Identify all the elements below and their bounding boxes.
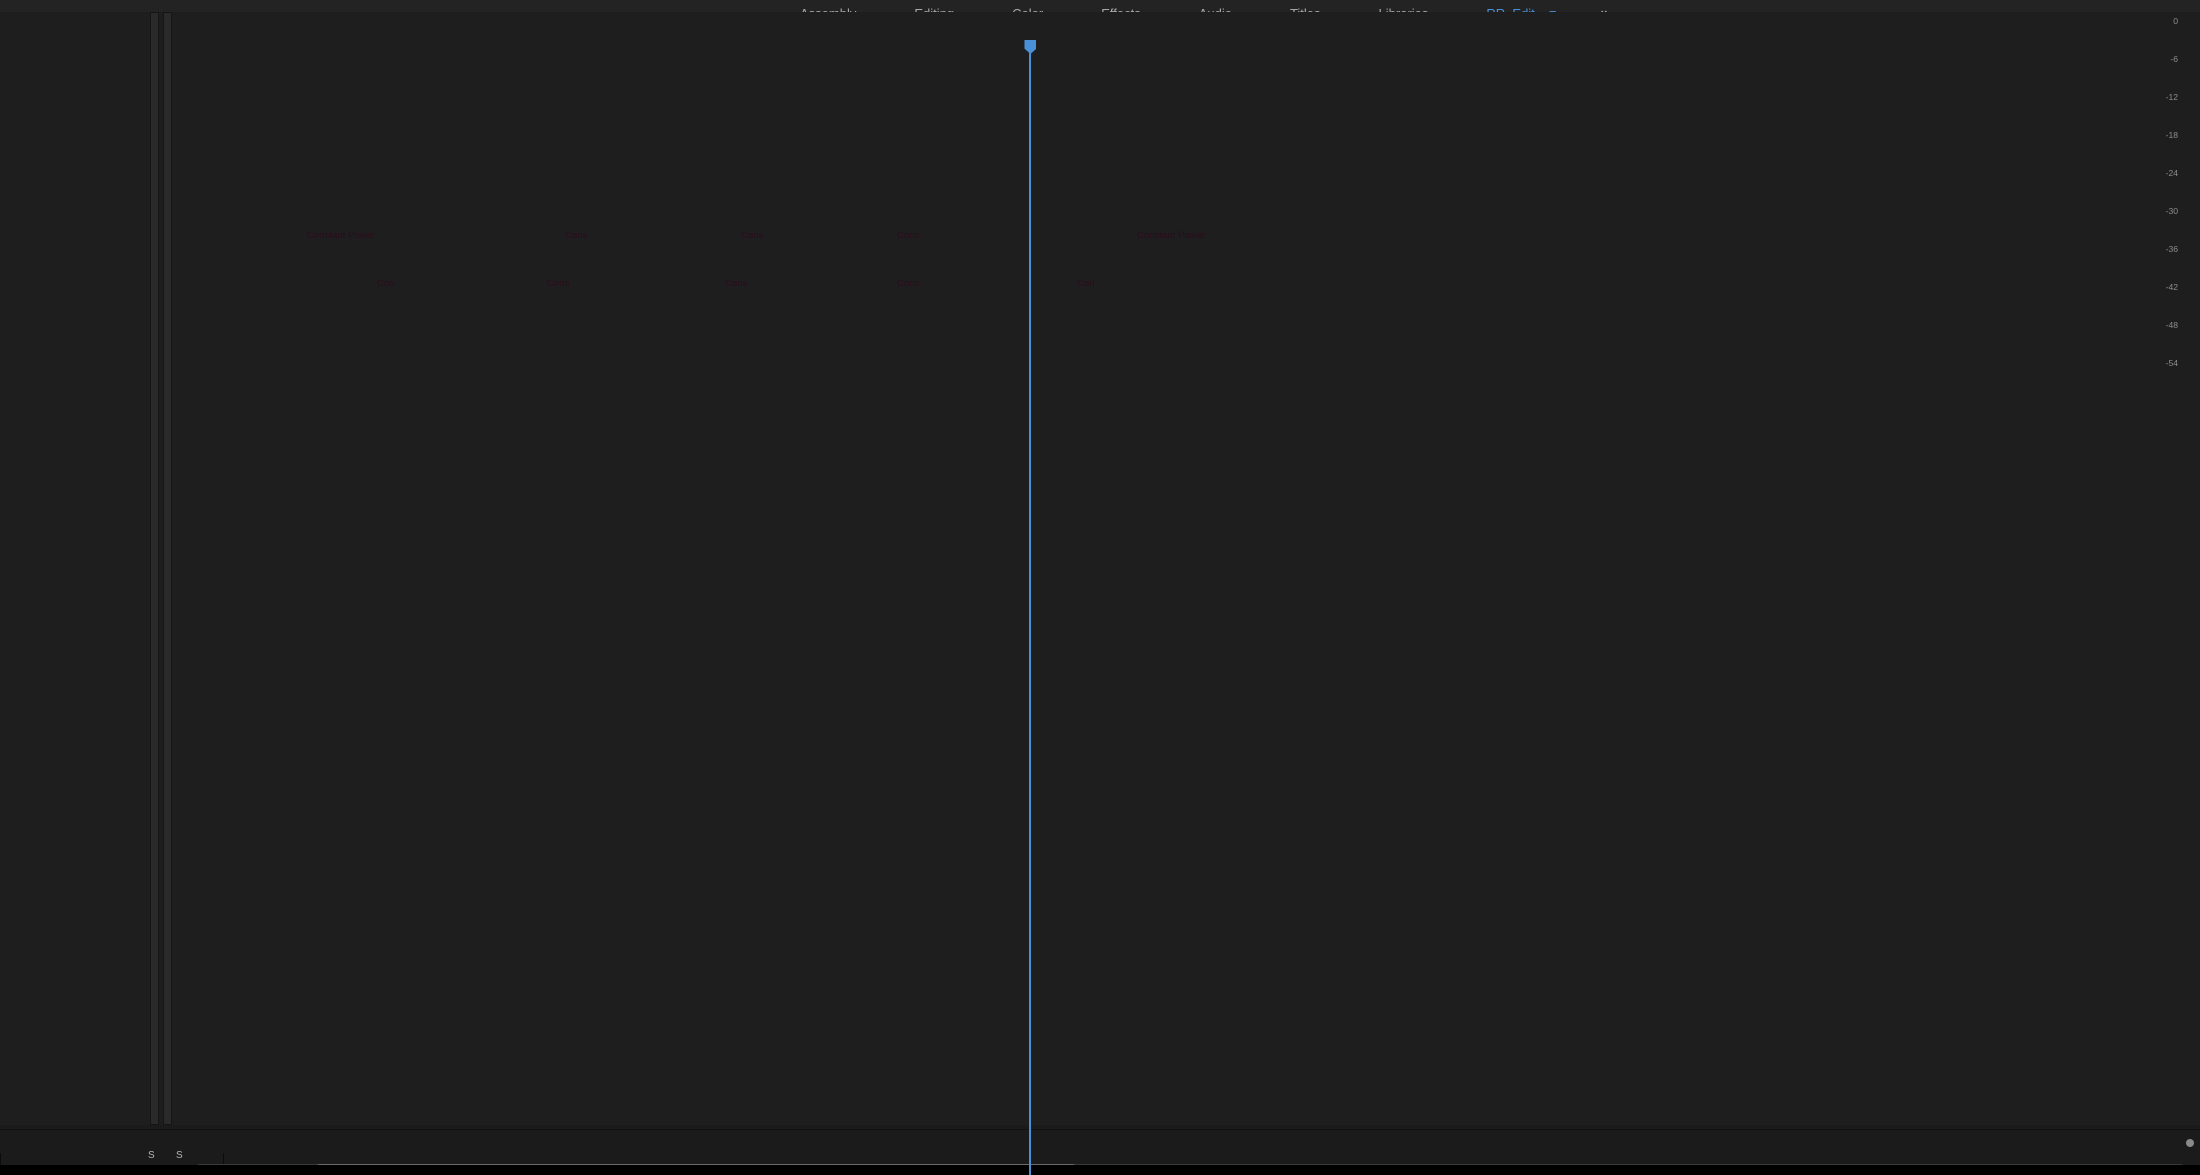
meter-scale-label: -18 bbox=[2165, 130, 2178, 140]
premiere-pro-window: AssemblyEditingColorEffectsAudioTitlesLi… bbox=[0, 0, 2200, 1175]
audio-transition-label: Cons bbox=[741, 230, 764, 241]
meter-solo-left[interactable]: S bbox=[148, 1150, 155, 1161]
audio-meters-panel: 0 -6 -12 -18 -24 -30 -36 -42 -48 -54 S S bbox=[0, 12, 2200, 1175]
audio-transition-label: Cons bbox=[725, 278, 748, 289]
audio-meter-right-channel bbox=[163, 12, 172, 1125]
audio-transition-label: Constant Power bbox=[307, 230, 376, 241]
audio-transition-label: Cons bbox=[897, 230, 920, 241]
meter-scale-label: -42 bbox=[2165, 282, 2178, 292]
audio-meters-inner: 0 -6 -12 -18 -24 -30 -36 -42 -48 -54 bbox=[0, 12, 2200, 1125]
meter-scale-label: -36 bbox=[2165, 244, 2178, 254]
audio-meter-scale: 0 -6 -12 -18 -24 -30 -36 -42 -48 -54 bbox=[2148, 12, 2178, 1125]
audio-meter-left-channel bbox=[150, 12, 159, 1125]
window-bottom-edge bbox=[0, 1165, 2200, 1175]
meter-scale-label: -6 bbox=[2170, 54, 2178, 64]
audio-transition-label: Con bbox=[377, 278, 395, 289]
audio-transition-label: Cons bbox=[565, 230, 588, 241]
meter-scale-label: -48 bbox=[2165, 320, 2178, 330]
meter-scale-label: -12 bbox=[2165, 92, 2178, 102]
meter-scale-label: -30 bbox=[2165, 206, 2178, 216]
audio-transition-label: Con bbox=[1077, 278, 1095, 289]
audio-transition-label: Cons bbox=[897, 278, 920, 289]
meter-scale-label: -24 bbox=[2165, 168, 2178, 178]
meter-scale-label: 0 bbox=[2173, 16, 2178, 26]
meter-solo-right[interactable]: S bbox=[176, 1150, 183, 1161]
meter-scale-label: -54 bbox=[2165, 358, 2178, 368]
audio-transition-label: Constant Power bbox=[1137, 230, 1206, 241]
timeline-playhead[interactable] bbox=[1029, 40, 1032, 1175]
audio-transition-label: Cons bbox=[547, 278, 570, 289]
